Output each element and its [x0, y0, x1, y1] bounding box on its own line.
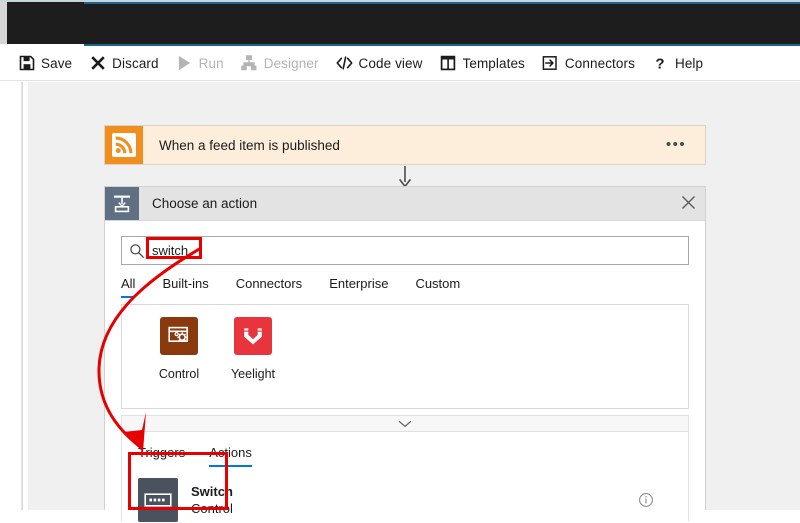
filter-tab-custom[interactable]: Custom	[415, 276, 460, 298]
action-result-switch[interactable]: Switch Control	[138, 477, 688, 523]
connectors-button[interactable]: Connectors	[542, 50, 635, 76]
search-icon	[122, 243, 152, 259]
title-bar-accent-line	[84, 2, 800, 4]
templates-label: Templates	[462, 55, 525, 71]
rss-feed-icon	[105, 126, 143, 164]
tab-actions[interactable]: Actions	[209, 445, 252, 467]
svg-text:?: ?	[656, 56, 665, 72]
flow-connector-arrow-icon	[390, 166, 420, 188]
connector-results-grid: Control Yeelight	[121, 304, 689, 409]
save-icon	[18, 55, 35, 72]
search-box[interactable]	[121, 236, 689, 265]
templates-button[interactable]: Templates	[439, 50, 525, 76]
code-view-icon	[336, 55, 353, 72]
connector-tile-label: Yeelight	[230, 367, 276, 381]
run-button[interactable]: Run	[176, 50, 224, 76]
discard-icon	[89, 55, 106, 72]
trigger-title: When a feed item is published	[159, 137, 340, 153]
insert-action-icon	[105, 187, 139, 220]
yeelight-icon	[234, 317, 272, 355]
trigger-card[interactable]: When a feed item is published •••	[104, 125, 706, 165]
designer-icon	[241, 55, 258, 72]
result-type-tabs: Triggers Actions	[138, 432, 688, 467]
title-bar-left-gap	[0, 2, 7, 44]
title-bar	[0, 2, 800, 44]
close-icon[interactable]	[671, 195, 705, 213]
search-input[interactable]	[152, 240, 688, 261]
action-result-text: Switch Control	[191, 483, 626, 517]
discard-button[interactable]: Discard	[89, 50, 159, 76]
filter-tab-enterprise[interactable]: Enterprise	[329, 276, 388, 298]
action-result-title: Switch	[191, 484, 233, 499]
connector-tile-yeelight[interactable]: Yeelight	[216, 317, 290, 408]
chevron-down-icon	[398, 416, 412, 431]
templates-icon	[439, 55, 456, 72]
expand-connectors-button[interactable]	[121, 415, 689, 432]
canvas-left-rail	[0, 82, 22, 510]
control-icon	[160, 317, 198, 355]
save-label: Save	[41, 55, 73, 71]
filter-tab-built-ins[interactable]: Built-ins	[162, 276, 208, 298]
code-view-button[interactable]: Code view	[336, 50, 423, 76]
canvas-white-strip	[23, 82, 28, 510]
filter-tabs: All Built-ins Connectors Enterprise Cust…	[121, 274, 689, 298]
save-button[interactable]: Save	[18, 50, 72, 76]
filter-tab-connectors[interactable]: Connectors	[236, 276, 302, 298]
action-result-subtitle: Control	[191, 501, 233, 516]
run-label: Run	[198, 55, 224, 71]
filter-tab-all[interactable]: All	[121, 276, 136, 298]
help-button[interactable]: ? Help	[652, 50, 703, 76]
code-view-label: Code view	[358, 55, 423, 71]
connectors-icon	[542, 55, 559, 72]
discard-label: Discard	[112, 55, 159, 71]
switch-action-icon	[138, 478, 178, 522]
designer-label: Designer	[263, 55, 319, 71]
panel-title: Choose an action	[152, 196, 258, 211]
connectors-label: Connectors	[564, 55, 635, 71]
trigger-overflow-menu-icon[interactable]: •••	[657, 137, 705, 152]
actions-results-section: Triggers Actions Switch Control	[121, 432, 689, 523]
help-icon: ?	[652, 55, 669, 72]
info-icon[interactable]	[626, 492, 688, 508]
tab-triggers[interactable]: Triggers	[138, 445, 185, 467]
connector-tile-label: Control	[158, 367, 200, 381]
run-icon	[176, 55, 193, 72]
logic-app-designer-window: Save Discard Run Designer Code view Temp…	[0, 0, 800, 522]
command-toolbar: Save Discard Run Designer Code view Temp…	[0, 46, 800, 81]
help-label: Help	[674, 55, 704, 71]
panel-header: Choose an action	[105, 187, 705, 221]
choose-an-action-panel: Choose an action All Built-ins Connector…	[104, 186, 706, 522]
connector-tile-control[interactable]: Control	[142, 317, 216, 408]
designer-button[interactable]: Designer	[241, 50, 319, 76]
